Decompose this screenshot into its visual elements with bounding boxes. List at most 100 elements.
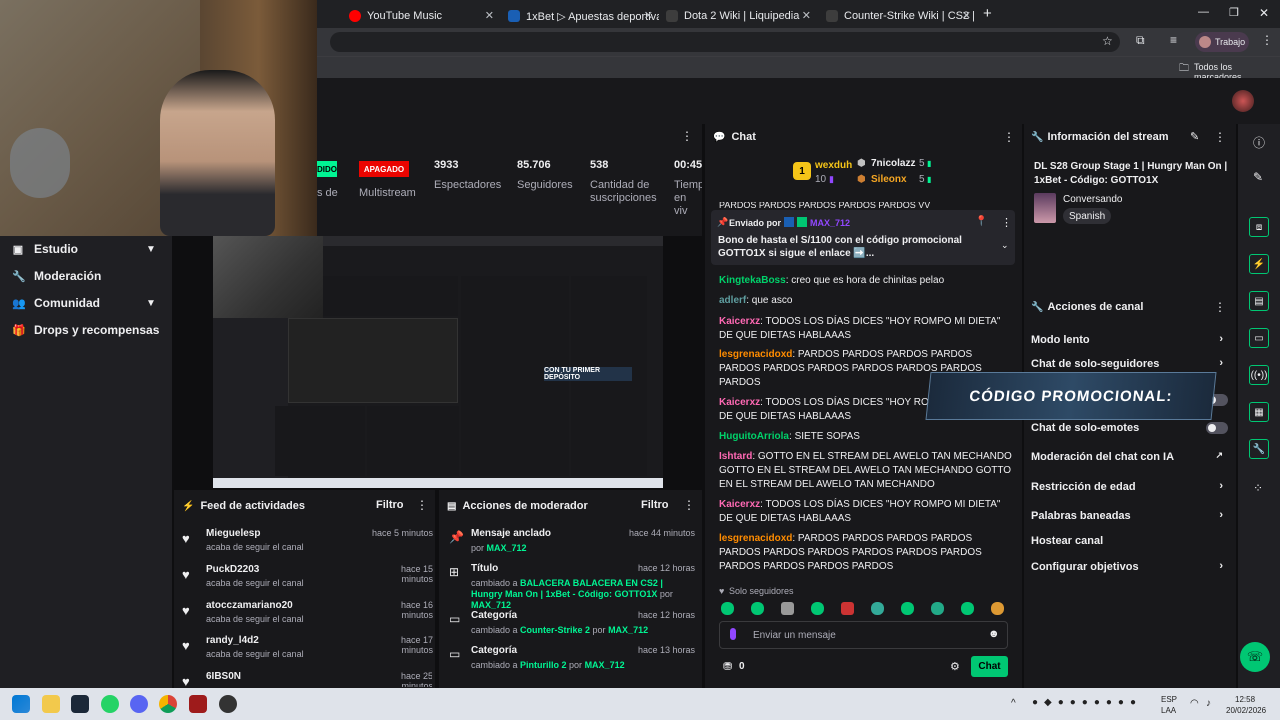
more-icon[interactable]: ⋮: [1003, 130, 1015, 144]
discord-icon[interactable]: [130, 695, 148, 713]
app-icon[interactable]: [219, 695, 237, 713]
pinned-message[interactable]: 📌 Enviado por MAX_712 📍 ⋮ Bono de hasta …: [711, 210, 1015, 265]
raid-button[interactable]: ▦: [1249, 402, 1269, 422]
volume-icon[interactable]: ♪: [1206, 698, 1211, 709]
chevron-down-icon[interactable]: ⌄: [1001, 240, 1009, 251]
mod-tools-button[interactable]: 🔧: [1249, 439, 1269, 459]
chat-user[interactable]: KingtekaBoss: [719, 275, 786, 286]
clock-date[interactable]: 20/02/2026: [1226, 706, 1266, 715]
chat-user[interactable]: lesgrenacidoxd: [719, 349, 792, 360]
language-tag[interactable]: Spanish: [1063, 208, 1112, 224]
chat-user[interactable]: Ishtard: [719, 451, 752, 462]
unpin-icon[interactable]: 📍: [975, 216, 987, 227]
leader-name[interactable]: wexduh: [815, 160, 852, 171]
more-icon[interactable]: ⋮: [683, 498, 695, 512]
mod-user-link[interactable]: MAX_712: [487, 543, 527, 553]
tab-cs-wiki[interactable]: Counter-Strike Wiki | CS2 | Liqu ✕: [820, 4, 977, 28]
leader-name[interactable]: Sileonx: [871, 174, 907, 185]
emote-5[interactable]: [841, 602, 854, 615]
file-explorer-icon[interactable]: [42, 695, 60, 713]
url-input[interactable]: [330, 32, 1120, 52]
action-host-channel[interactable]: Hostear canal: [1031, 535, 1227, 547]
close-tab-icon[interactable]: ✕: [485, 9, 494, 22]
pencil-icon[interactable]: ✎: [1253, 170, 1263, 184]
more-icon[interactable]: ⋮: [1214, 130, 1226, 144]
edit-icon[interactable]: ✎: [1190, 130, 1199, 143]
star-icon[interactable]: ☆: [1102, 34, 1113, 48]
emote-2[interactable]: [751, 602, 764, 615]
pinned-user[interactable]: MAX_712: [810, 218, 850, 228]
feed-user[interactable]: 6IBS0N: [206, 671, 241, 682]
chevron-down-icon[interactable]: ▼: [146, 298, 156, 309]
tray-icons[interactable]: ●◆●●●●●●●: [1032, 697, 1142, 708]
emote-6[interactable]: [871, 602, 884, 615]
action-age-restriction[interactable]: Restricción de edad ›: [1031, 480, 1227, 493]
action-slow-mode[interactable]: Modo lento ›: [1031, 333, 1227, 346]
user-avatar[interactable]: [1232, 90, 1254, 112]
close-tab-icon[interactable]: ✕: [802, 9, 811, 22]
action-ai-moderation[interactable]: Moderación del chat con IA ↗: [1031, 450, 1227, 463]
chevron-up-icon[interactable]: ^: [1011, 698, 1016, 709]
nav-estudio[interactable]: ▣ Estudio: [12, 242, 78, 256]
emote-3[interactable]: [781, 602, 794, 615]
action-goals[interactable]: Configurar objetivos ›: [1031, 560, 1227, 573]
chat-send-button[interactable]: Chat: [971, 656, 1008, 677]
language-indicator[interactable]: ESP: [1161, 695, 1177, 704]
tab-youtube-music[interactable]: YouTube Music ✕: [343, 4, 500, 28]
close-tab-icon[interactable]: ✕: [644, 9, 653, 22]
add-action-icon[interactable]: ⁘: [1253, 481, 1263, 495]
new-tab-button[interactable]: +: [983, 5, 992, 22]
wifi-icon[interactable]: ◠: [1190, 698, 1199, 709]
emote-4[interactable]: [811, 602, 824, 615]
leader-name[interactable]: 7nicolazz: [871, 158, 915, 169]
chat-user[interactable]: Kaicerxz: [719, 397, 760, 408]
chat-user[interactable]: Kaicerxz: [719, 499, 760, 510]
feed-filter-button[interactable]: Filtro: [376, 499, 404, 511]
minimize-icon[interactable]: —: [1198, 6, 1209, 18]
maximize-icon[interactable]: ❐: [1229, 6, 1239, 19]
feed-user[interactable]: atocczamariano20: [206, 600, 293, 611]
feed-user[interactable]: Mieguelesp: [206, 528, 260, 539]
nav-drops[interactable]: 🎁 Drops y recompensas: [12, 323, 159, 337]
more-icon[interactable]: ⋮: [681, 129, 693, 143]
close-tab-icon[interactable]: ✕: [962, 9, 971, 22]
chat-input[interactable]: Enviar un mensaje ☻: [719, 621, 1008, 649]
emote-8[interactable]: [931, 602, 944, 615]
extensions-icon[interactable]: ⧉: [1136, 33, 1145, 48]
action-followers-only[interactable]: Chat de solo-seguidores ›: [1031, 357, 1227, 370]
menu-icon[interactable]: ⋮: [1261, 33, 1273, 47]
mod-user-link[interactable]: MAX_712: [585, 660, 625, 670]
mod-filter-button[interactable]: Filtro: [641, 499, 669, 511]
tab-dota2-wiki[interactable]: Dota 2 Wiki | Liquipedia ✕: [660, 4, 817, 28]
nav-moderacion[interactable]: 🔧 Moderación: [12, 269, 101, 283]
multistream-badge[interactable]: APAGADO: [359, 161, 409, 177]
emote-10[interactable]: [991, 602, 1004, 615]
info-icon[interactable]: ⓘ: [1253, 134, 1265, 151]
chevron-down-icon[interactable]: ▼: [146, 244, 156, 255]
chat-user[interactable]: HuguitoArriola: [719, 431, 789, 442]
poll-button[interactable]: ▤: [1249, 291, 1269, 311]
action-banned-words[interactable]: Palabras baneadas ›: [1031, 509, 1227, 522]
chat-button[interactable]: ▭: [1249, 328, 1269, 348]
action-emote-only[interactable]: Chat de solo-emotes: [1031, 422, 1227, 434]
more-icon[interactable]: ⋮: [416, 498, 428, 512]
help-button[interactable]: ☏: [1240, 642, 1270, 672]
chat-user[interactable]: adlerf: [719, 295, 746, 306]
feed-user[interactable]: randy_l4d2: [206, 635, 259, 646]
steam-icon[interactable]: [71, 695, 89, 713]
clip-button[interactable]: ⧈: [1249, 217, 1269, 237]
stream-preview[interactable]: [213, 236, 663, 488]
mod-user-link[interactable]: MAX_712: [471, 600, 511, 610]
tab-1xbet[interactable]: 1xBet ▷ Apuestas deportivas o ✕: [502, 4, 659, 28]
broadcast-button[interactable]: ((•)): [1249, 365, 1269, 385]
emote-1[interactable]: [721, 602, 734, 615]
more-icon[interactable]: ⋮: [1214, 300, 1226, 314]
whatsapp-icon[interactable]: [101, 695, 119, 713]
feed-user[interactable]: PuckD2203: [206, 564, 259, 575]
profile-button[interactable]: Trabajo: [1195, 32, 1249, 52]
more-icon[interactable]: ⋮: [1001, 216, 1012, 229]
emote-9[interactable]: [961, 602, 974, 615]
media-icon[interactable]: ≡: [1170, 33, 1177, 47]
dota2-icon[interactable]: [189, 695, 207, 713]
chrome-icon[interactable]: [159, 695, 177, 713]
